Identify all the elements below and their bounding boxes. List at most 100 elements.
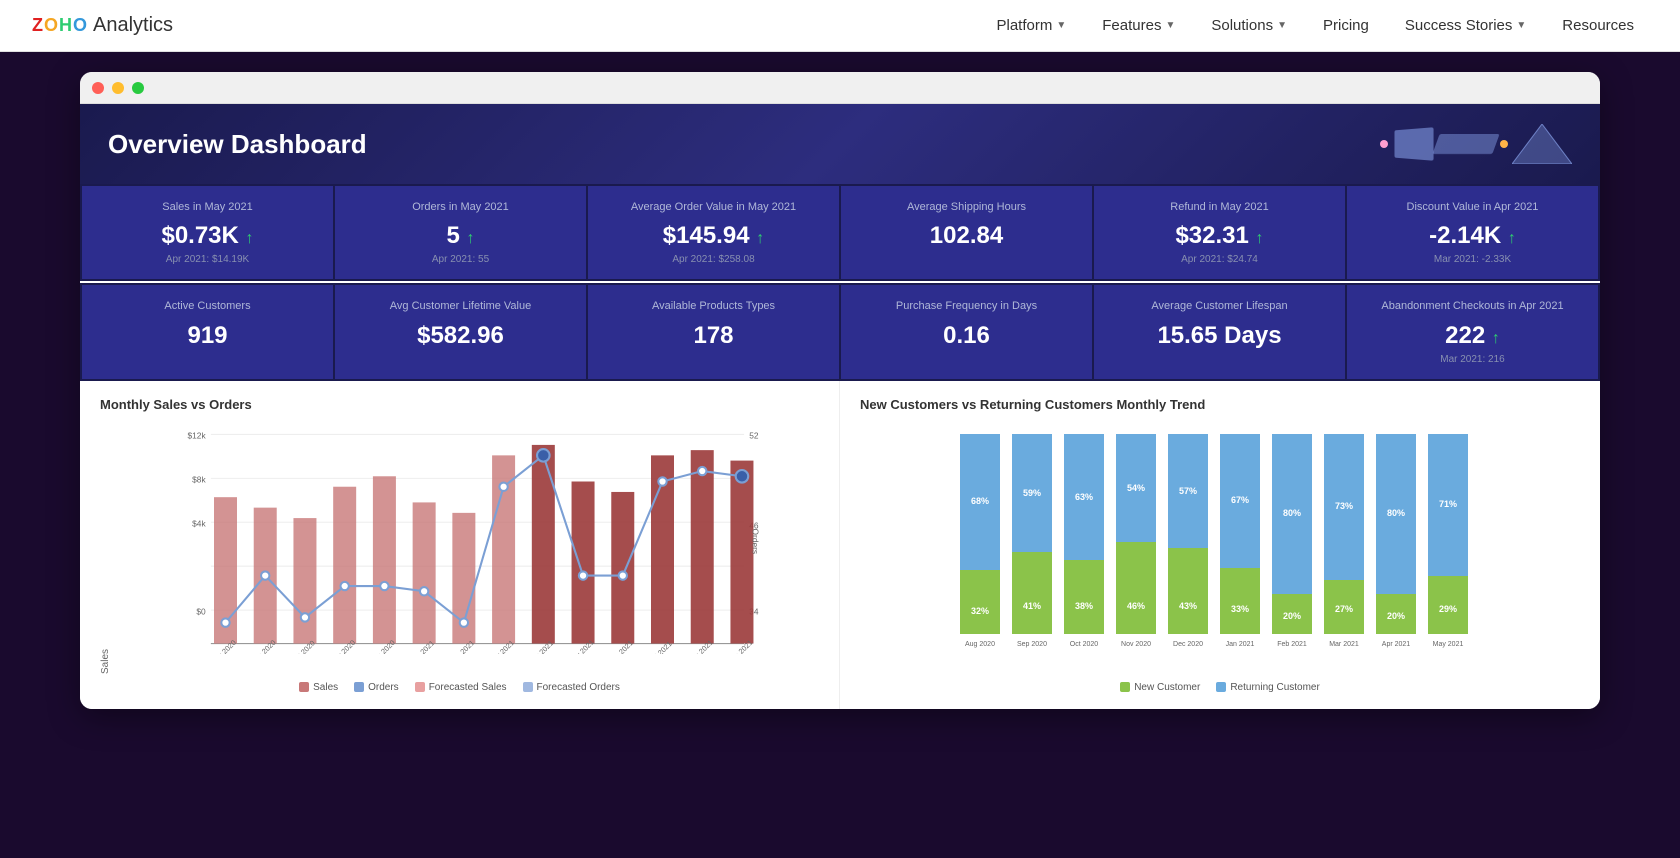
svg-text:68%: 68% <box>971 496 989 506</box>
kpi-product-types-label: Available Products Types <box>604 299 823 313</box>
monthly-sales-title: Monthly Sales vs Orders <box>100 397 819 412</box>
main-content: Overview Dashboard Sales in May 2021 $0.… <box>0 52 1680 729</box>
features-arrow-icon: ▼ <box>1165 20 1175 31</box>
maximize-btn[interactable] <box>132 82 144 94</box>
svg-text:20%: 20% <box>1283 611 1301 621</box>
legend-new-customer: New Customer <box>1120 682 1200 693</box>
deco-shape-2 <box>1432 134 1499 154</box>
svg-text:Apr 2021: Apr 2021 <box>1382 641 1411 648</box>
kpi-discount-sub: Mar 2021: -2.33K <box>1363 254 1582 265</box>
nav-platform[interactable]: Platform ▼ <box>982 11 1080 40</box>
svg-text:73%: 73% <box>1335 501 1353 511</box>
kpi-orders-may-label: Orders in May 2021 <box>351 200 570 214</box>
customer-trend-title: New Customers vs Returning Customers Mon… <box>860 397 1580 412</box>
monthly-sales-chart: Sales $12k $8k <box>100 424 819 674</box>
kpi-avg-order-arrow: ↑ <box>756 230 764 247</box>
svg-text:57%: 57% <box>1179 486 1197 496</box>
svg-text:38%: 38% <box>1075 601 1093 611</box>
legend-sales: Sales <box>299 682 338 693</box>
kpi-sales-may: Sales in May 2021 $0.73K ↑ Apr 2021: $14… <box>82 186 333 279</box>
deco-shape-1 <box>1394 127 1433 160</box>
customer-chart-legend: New Customer Returning Customer <box>860 682 1580 693</box>
dashboard-title: Overview Dashboard <box>108 129 367 160</box>
nav-solutions[interactable]: Solutions ▼ <box>1197 11 1301 40</box>
kpi-refund-value: $32.31 ↑ <box>1110 222 1329 250</box>
legend-forecasted-sales: Forecasted Sales <box>415 682 507 693</box>
zoho-h: H <box>59 15 72 36</box>
svg-text:Nov 2020: Nov 2020 <box>1121 641 1151 648</box>
nav-pricing[interactable]: Pricing <box>1309 11 1383 40</box>
svg-text:Feb 2021: Feb 2021 <box>1277 641 1307 648</box>
kpi-sales-may-label: Sales in May 2021 <box>98 200 317 214</box>
stacked-chart-svg: 68% 32% 59% 41% 63% 38% <box>860 424 1580 654</box>
kpi-sales-may-value: $0.73K ↑ <box>98 222 317 250</box>
kpi-avg-order-label: Average Order Value in May 2021 <box>604 200 823 214</box>
svg-text:20%: 20% <box>1387 611 1405 621</box>
svg-text:33%: 33% <box>1231 604 1249 614</box>
kpi-purchase-freq-value: 0.16 <box>857 322 1076 350</box>
monthly-sales-panel: Monthly Sales vs Orders Sales <box>80 381 840 709</box>
kpi-discount-arrow: ↑ <box>1508 230 1516 247</box>
svg-text:Aug 2020: Aug 2020 <box>965 641 995 648</box>
svg-text:71%: 71% <box>1439 499 1457 509</box>
svg-text:Orders: Orders <box>750 528 760 554</box>
kpi-refund-arrow: ↑ <box>1256 230 1264 247</box>
svg-text:67%: 67% <box>1231 495 1249 505</box>
kpi-active-customers: Active Customers 919 <box>82 285 333 378</box>
kpi-abandonment-sub: Mar 2021: 216 <box>1363 354 1582 365</box>
kpi-lifespan: Average Customer Lifespan 15.65 Days <box>1094 285 1345 378</box>
legend-returning-dot <box>1216 682 1226 692</box>
svg-text:May 2021: May 2021 <box>1433 641 1464 648</box>
minimize-btn[interactable] <box>112 82 124 94</box>
kpi-shipping-label: Average Shipping Hours <box>857 200 1076 214</box>
logo-area: Z O H O Analytics <box>32 14 173 37</box>
svg-text:$4k: $4k <box>192 518 206 528</box>
svg-text:59%: 59% <box>1023 488 1041 498</box>
kpi-product-types: Available Products Types 178 <box>588 285 839 378</box>
kpi-active-customers-label: Active Customers <box>98 299 317 313</box>
kpi-abandonment-label: Abandonment Checkouts in Apr 2021 <box>1363 299 1582 313</box>
kpi-active-customers-value: 919 <box>98 322 317 350</box>
legend-returning-customer: Returning Customer <box>1216 682 1319 693</box>
nav-features[interactable]: Features ▼ <box>1088 11 1189 40</box>
kpi-refund-label: Refund in May 2021 <box>1110 200 1329 214</box>
kpi-product-types-value: 178 <box>604 322 823 350</box>
sales-chart-legend: Sales Orders Forecasted Sales Forecasted… <box>100 682 819 693</box>
close-btn[interactable] <box>92 82 104 94</box>
legend-new-dot <box>1120 682 1130 692</box>
kpi-row-2: Active Customers 919 Avg Customer Lifeti… <box>80 283 1600 380</box>
svg-text:Mar 2021: Mar 2021 <box>1329 641 1359 648</box>
kpi-orders-may-arrow: ↑ <box>467 230 475 247</box>
kpi-shipping-value: 102.84 <box>857 222 1076 250</box>
stacked-chart: 68% 32% 59% 41% 63% 38% <box>860 424 1580 674</box>
nav-resources[interactable]: Resources <box>1548 11 1648 40</box>
kpi-avg-order-value: $145.94 ↑ <box>604 222 823 250</box>
y-axis-label-sales: Sales <box>100 424 111 674</box>
kpi-discount-value: -2.14K ↑ <box>1363 222 1582 250</box>
legend-orders: Orders <box>354 682 399 693</box>
kpi-lifetime-value-label: Avg Customer Lifetime Value <box>351 299 570 313</box>
kpi-avg-order: Average Order Value in May 2021 $145.94 … <box>588 186 839 279</box>
svg-text:80%: 80% <box>1387 508 1405 518</box>
zoho-o2: O <box>73 15 87 36</box>
svg-text:Jan 2021: Jan 2021 <box>1226 641 1255 648</box>
svg-text:63%: 63% <box>1075 492 1093 502</box>
kpi-abandonment-value: 222 ↑ <box>1363 322 1582 350</box>
deco-shape-3 <box>1512 124 1572 164</box>
svg-text:80%: 80% <box>1283 508 1301 518</box>
bar-chart-svg: $12k $8k $4k $0 52 46 34 <box>115 424 819 654</box>
svg-text:52: 52 <box>749 430 759 440</box>
kpi-lifespan-value: 15.65 Days <box>1110 322 1329 350</box>
chart-area-sales: $12k $8k $4k $0 52 46 34 <box>115 424 819 674</box>
kpi-lifespan-label: Average Customer Lifespan <box>1110 299 1329 313</box>
navbar: Z O H O Analytics Platform ▼ Features ▼ … <box>0 0 1680 52</box>
dashboard-header: Overview Dashboard <box>80 104 1600 184</box>
kpi-abandonment: Abandonment Checkouts in Apr 2021 222 ↑ … <box>1347 285 1598 378</box>
kpi-orders-may-value: 5 ↑ <box>351 222 570 250</box>
solutions-arrow-icon: ▼ <box>1277 20 1287 31</box>
kpi-discount: Discount Value in Apr 2021 -2.14K ↑ Mar … <box>1347 186 1598 279</box>
kpi-orders-may-sub: Apr 2021: 55 <box>351 254 570 265</box>
zoho-logo: Z O H O <box>32 15 87 36</box>
nav-success-stories[interactable]: Success Stories ▼ <box>1391 11 1540 40</box>
customer-trend-panel: New Customers vs Returning Customers Mon… <box>840 381 1600 709</box>
